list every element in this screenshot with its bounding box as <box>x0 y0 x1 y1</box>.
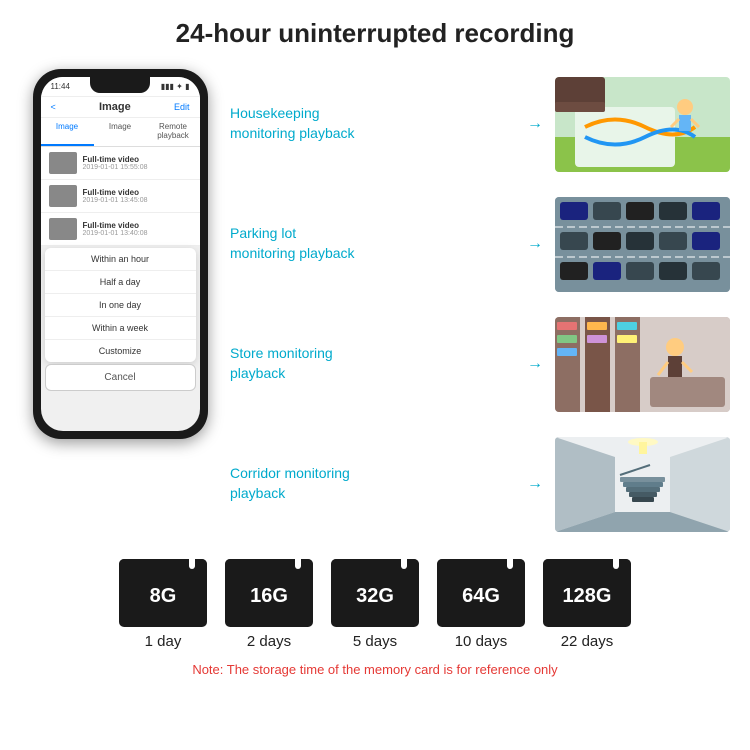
memory-card-8g: 8G <box>119 559 207 627</box>
phone-notch <box>90 77 150 93</box>
memory-card-notch-32g <box>401 559 407 569</box>
storage-card-64g: 64G 10 days <box>437 559 525 650</box>
memory-card-label-128g: 128G <box>563 585 612 608</box>
memory-card-128g: 128G <box>543 559 631 627</box>
phone-time: 11:44 <box>51 82 70 91</box>
memory-card-label-16g: 16G <box>250 585 288 608</box>
monitoring-image-parking <box>555 197 730 292</box>
memory-card-label-32g: 32G <box>356 585 394 608</box>
memory-card-32g: 32G <box>331 559 419 627</box>
phone-dropdown[interactable]: Within an hour Half a day In one day Wit… <box>45 248 196 362</box>
monitoring-row-corridor: Corridor monitoringplayback → <box>230 437 730 532</box>
phone-screen: 11:44 ▮▮▮ ✦ ▮ < Image Edit Image Image R… <box>41 77 200 431</box>
phone-thumb-2 <box>49 185 77 207</box>
monitoring-label-store: Store monitoringplayback <box>230 344 515 383</box>
phone-dropdown-week[interactable]: Within a week <box>45 317 196 340</box>
storage-days-8g: 1 day <box>145 633 182 650</box>
phone-body: 11:44 ▮▮▮ ✦ ▮ < Image Edit Image Image R… <box>33 69 208 439</box>
memory-card-notch-128g <box>613 559 619 569</box>
phone-cancel-button[interactable]: Cancel <box>45 364 196 391</box>
phone-list-item-2[interactable]: Full-time video 2019-01-01 13:45:08 <box>41 180 200 213</box>
phone-tab-remote[interactable]: Remote playback <box>147 118 200 146</box>
phone-item-title-2: Full-time video <box>83 188 192 197</box>
phone-tabs: Image Image Remote playback <box>41 118 200 147</box>
phone-back-button[interactable]: < <box>51 102 56 112</box>
memory-card-notch-8g <box>189 559 195 569</box>
storage-days-128g: 22 days <box>561 633 614 650</box>
memory-card-notch-64g <box>507 559 513 569</box>
phone-tab-image[interactable]: Image <box>41 118 94 146</box>
phone-thumb-1 <box>49 152 77 174</box>
monitoring-scenarios: Housekeepingmonitoring playback → <box>230 59 730 549</box>
phone-dropdown-customize[interactable]: Customize <box>45 340 196 362</box>
phone-item-info-2: Full-time video 2019-01-01 13:45:08 <box>83 188 192 204</box>
phone-thumb-3 <box>49 218 77 240</box>
memory-card-notch-16g <box>295 559 301 569</box>
monitoring-row-housekeeping: Housekeepingmonitoring playback → <box>230 77 730 172</box>
storage-days-32g: 5 days <box>353 633 397 650</box>
storage-cards: 8G 1 day 16G 2 days 32G 5 days 64G 10 da… <box>119 559 631 650</box>
arrow-corridor: → <box>525 475 545 493</box>
phone-item-date-1: 2019-01-01 15:55:08 <box>83 164 192 171</box>
memory-card-label-64g: 64G <box>462 585 500 608</box>
monitoring-row-parking: Parking lotmonitoring playback → <box>230 197 730 292</box>
phone-nav: < Image Edit <box>41 97 200 118</box>
phone-dropdown-half-day[interactable]: Half a day <box>45 271 196 294</box>
monitoring-label-parking: Parking lotmonitoring playback <box>230 224 515 263</box>
page-title: 24-hour uninterrupted recording <box>0 0 750 59</box>
phone-item-title-3: Full-time video <box>83 221 192 230</box>
storage-days-16g: 2 days <box>247 633 291 650</box>
storage-card-8g: 8G 1 day <box>119 559 207 650</box>
storage-card-16g: 16G 2 days <box>225 559 313 650</box>
arrow-housekeeping: → <box>525 115 545 133</box>
monitoring-label-housekeeping: Housekeepingmonitoring playback <box>230 104 515 143</box>
phone-dropdown-within-hour[interactable]: Within an hour <box>45 248 196 271</box>
monitoring-image-housekeeping <box>555 77 730 172</box>
monitoring-label-corridor: Corridor monitoringplayback <box>230 464 515 503</box>
phone-item-title-1: Full-time video <box>83 155 192 164</box>
phone-dropdown-one-day[interactable]: In one day <box>45 294 196 317</box>
phone-signal: ▮▮▮ ✦ ▮ <box>161 82 190 91</box>
phone-mockup: 11:44 ▮▮▮ ✦ ▮ < Image Edit Image Image R… <box>20 59 220 549</box>
storage-section: 8G 1 day 16G 2 days 32G 5 days 64G 10 da… <box>0 549 750 682</box>
phone-item-date-3: 2019-01-01 13:40:08 <box>83 230 192 237</box>
arrow-parking: → <box>525 235 545 253</box>
arrow-store: → <box>525 355 545 373</box>
phone-nav-title: Image <box>99 101 131 113</box>
main-content: 11:44 ▮▮▮ ✦ ▮ < Image Edit Image Image R… <box>0 59 750 549</box>
phone-tab-image2[interactable]: Image <box>94 118 147 146</box>
phone-edit-button[interactable]: Edit <box>174 102 190 112</box>
phone-list-item-3[interactable]: Full-time video 2019-01-01 13:40:08 <box>41 213 200 246</box>
storage-card-128g: 128G 22 days <box>543 559 631 650</box>
storage-days-64g: 10 days <box>455 633 508 650</box>
phone-list-item-1[interactable]: Full-time video 2019-01-01 15:55:08 <box>41 147 200 180</box>
monitoring-image-store <box>555 317 730 412</box>
phone-item-info-3: Full-time video 2019-01-01 13:40:08 <box>83 221 192 237</box>
monitoring-row-store: Store monitoringplayback → <box>230 317 730 412</box>
storage-note: Note: The storage time of the memory car… <box>192 662 557 677</box>
phone-item-info-1: Full-time video 2019-01-01 15:55:08 <box>83 155 192 171</box>
phone-item-date-2: 2019-01-01 13:45:08 <box>83 197 192 204</box>
storage-card-32g: 32G 5 days <box>331 559 419 650</box>
memory-card-16g: 16G <box>225 559 313 627</box>
monitoring-image-corridor <box>555 437 730 532</box>
memory-card-label-8g: 8G <box>150 585 177 608</box>
memory-card-64g: 64G <box>437 559 525 627</box>
